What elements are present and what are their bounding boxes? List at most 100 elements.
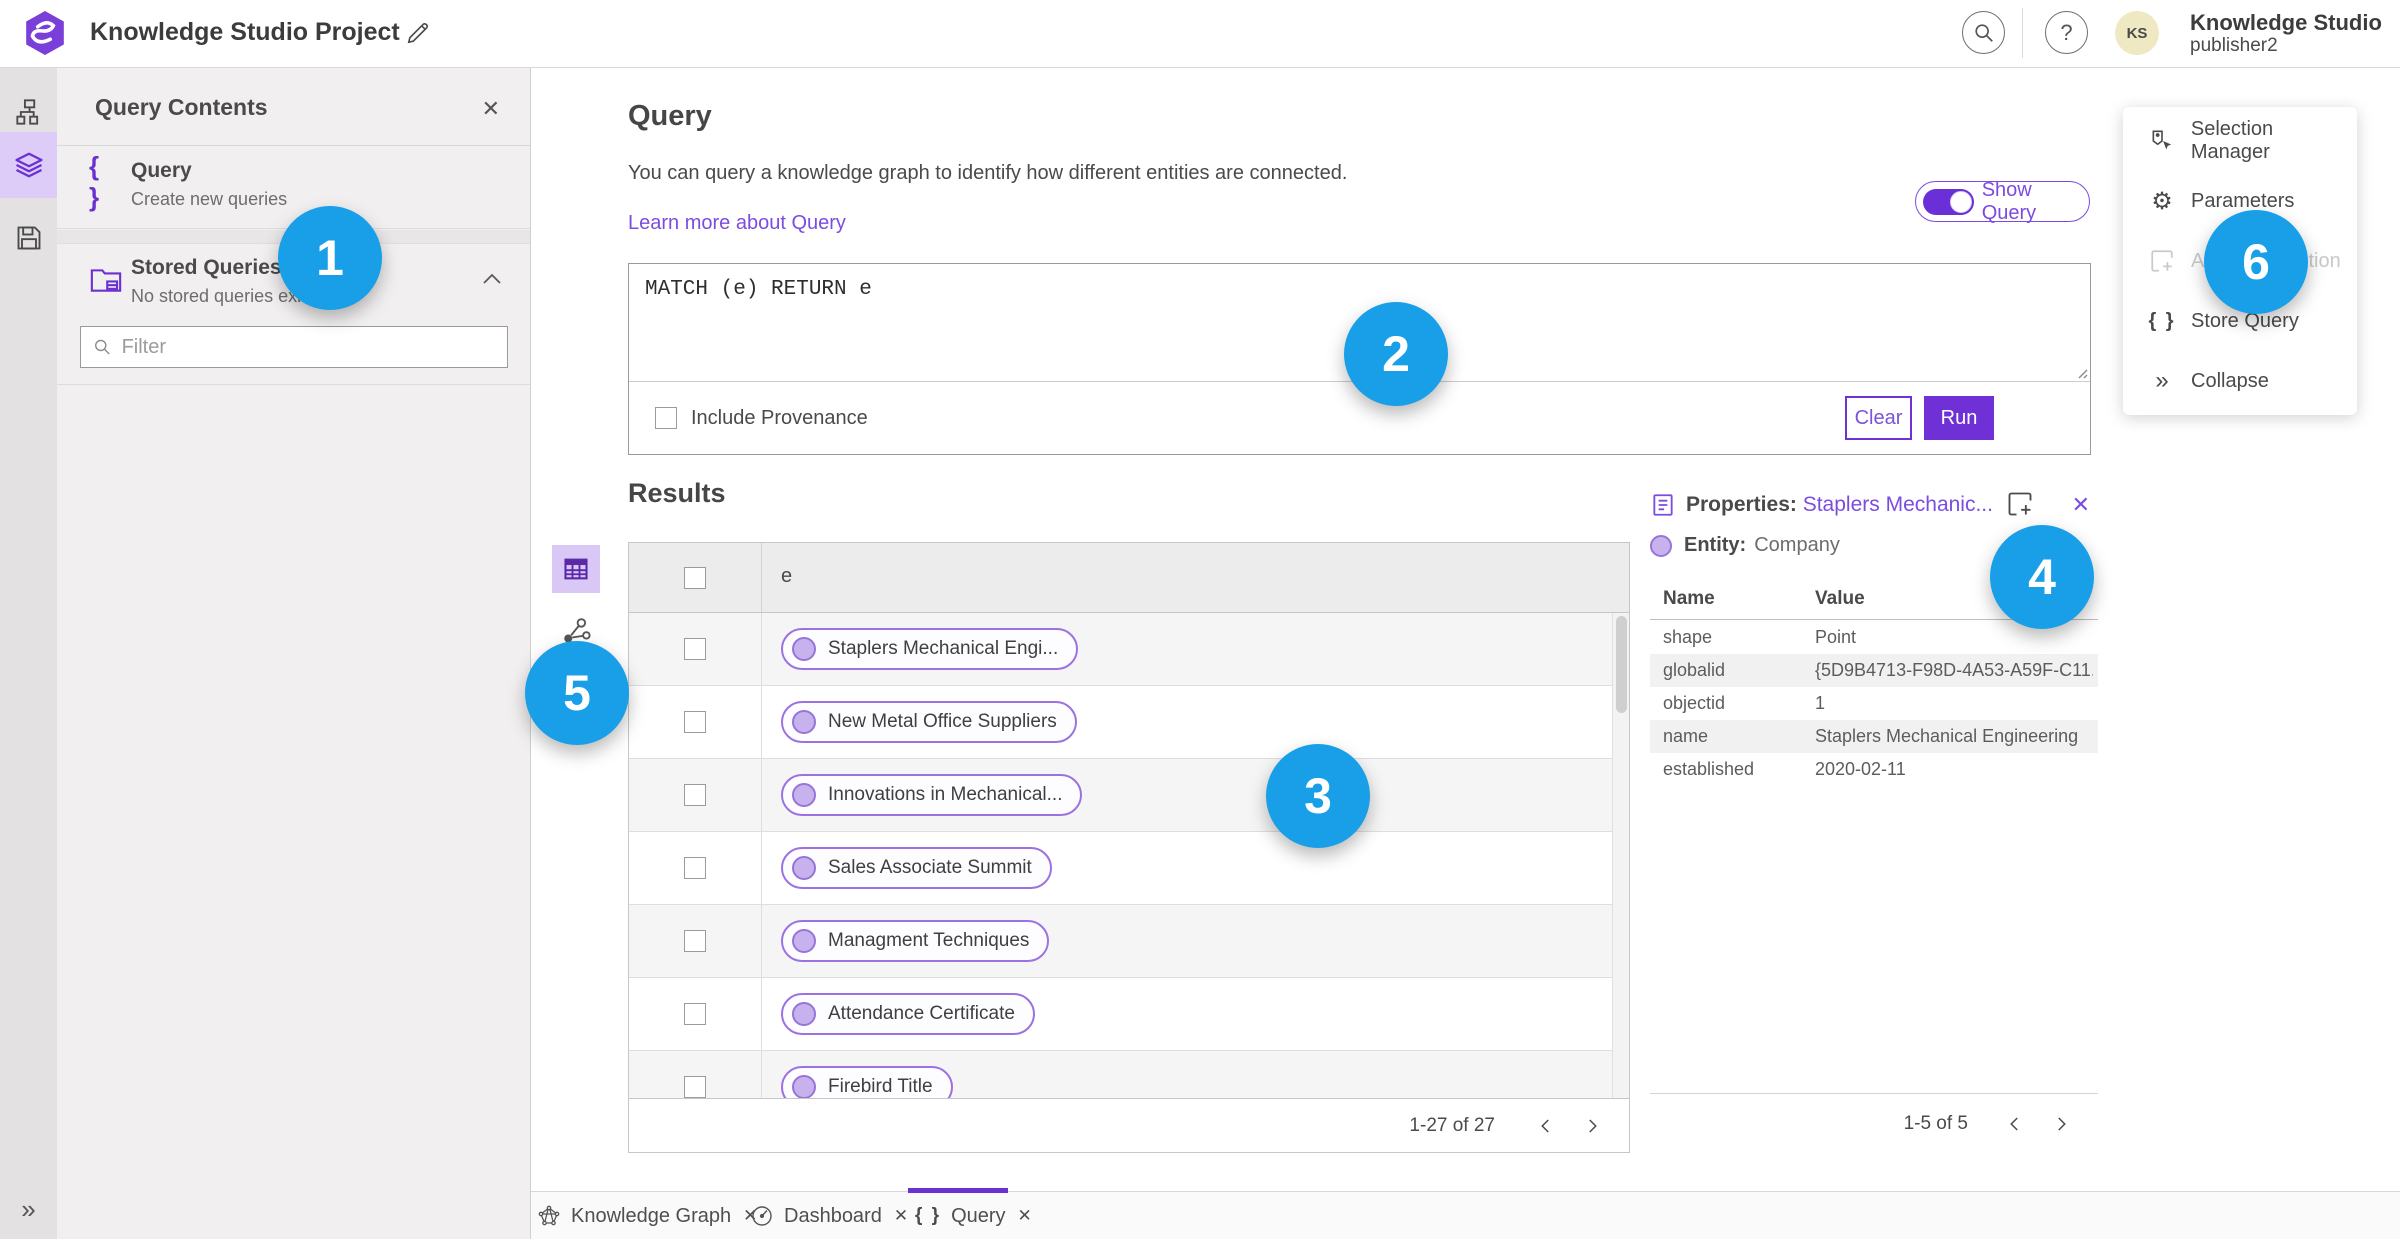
results-scrollbar[interactable] [1612, 613, 1629, 1099]
panel-section-divider [57, 384, 530, 385]
results-next-page-button[interactable] [1569, 1108, 1615, 1144]
chevron-right-icon [2058, 1116, 2066, 1131]
entity-pill[interactable]: Staplers Mechanical Engi... [781, 628, 1079, 670]
row-checkbox[interactable] [684, 711, 706, 733]
property-row[interactable]: name Staplers Mechanical Engineering [1650, 720, 2098, 753]
properties-icon [1653, 494, 1673, 516]
resize-handle[interactable] [2074, 365, 2088, 379]
table-row[interactable]: Staplers Mechanical Engi... [629, 613, 1629, 686]
properties-next-page-button[interactable] [2038, 1106, 2084, 1142]
selection-manager-icon [2152, 130, 2172, 150]
property-row[interactable]: established 2020-02-11 [1650, 753, 2098, 786]
toggle-track[interactable] [1923, 188, 1974, 215]
entity-pill[interactable]: Sales Associate Summit [781, 847, 1052, 889]
query-list-item[interactable]: { } Query Create new queries [57, 147, 530, 229]
results-column-header: e [781, 565, 793, 587]
save-button[interactable] [0, 214, 57, 262]
properties-label: Properties: [1686, 493, 1797, 516]
property-row[interactable]: objectid 1 [1650, 687, 2098, 720]
entity-dot-icon [792, 856, 816, 880]
table-row[interactable]: Managment Techniques [629, 905, 1629, 978]
property-row[interactable]: globalid {5D9B4713-F98D-4A53-A59F-C11... [1650, 654, 2098, 687]
project-title: Knowledge Studio Project [90, 18, 400, 46]
entity-type-dot-icon [1650, 534, 1672, 557]
hierarchy-icon [15, 99, 38, 125]
braces-icon: { } [89, 151, 103, 212]
layers-view-button[interactable] [0, 132, 57, 198]
results-prev-page-button[interactable] [1523, 1108, 1569, 1144]
include-provenance-checkbox[interactable] [655, 407, 677, 429]
schema-view-button[interactable] [0, 88, 57, 136]
stored-queries-title: Stored Queries [131, 256, 282, 279]
entity-pill[interactable]: Innovations in Mechanical... [781, 774, 1083, 816]
properties-page-range: 1-5 of 5 [1903, 1112, 1968, 1134]
edit-title-icon[interactable] [405, 20, 431, 46]
results-page-range: 1-27 of 27 [1409, 1114, 1495, 1136]
panel-header: Query Contents ✕ [57, 68, 530, 146]
panel-close-icon[interactable]: ✕ [482, 96, 500, 122]
learn-more-link[interactable]: Learn more about Query [628, 212, 846, 235]
search-button[interactable] [1962, 11, 2005, 54]
tab-dashboard[interactable]: Dashboard ✕ [750, 1192, 908, 1240]
filter-input[interactable] [121, 335, 495, 359]
properties-entity-link[interactable]: Staplers Mechanic... [1803, 493, 1993, 516]
entity-dot-icon [792, 1002, 816, 1026]
name-column-header: Name [1663, 588, 1715, 609]
table-row[interactable]: Sales Associate Summit [629, 832, 1629, 905]
results-table-header: e [629, 543, 1629, 613]
results-pagination: 1-27 of 27 [629, 1098, 1629, 1152]
chevron-left-icon [1541, 1118, 1549, 1133]
expand-strip-button[interactable]: » [0, 1194, 57, 1225]
row-checkbox[interactable] [684, 784, 706, 806]
row-checkbox[interactable] [684, 857, 706, 879]
table-row[interactable]: Attendance Certificate [629, 978, 1629, 1051]
entity-pill[interactable]: Attendance Certificate [781, 993, 1035, 1035]
menu-item-selection-manager[interactable]: Selection Manager [2123, 111, 2357, 171]
braces-icon: { } [2148, 309, 2176, 332]
entity-dot-icon [792, 783, 816, 807]
annotation-badge-6: 6 [2204, 210, 2308, 314]
show-query-toggle[interactable]: Show Query [1915, 179, 2090, 224]
select-all-checkbox[interactable] [684, 566, 706, 589]
help-button[interactable]: ? [2045, 11, 2088, 54]
properties-prev-page-button[interactable] [1992, 1106, 2038, 1142]
collapse-section-button[interactable] [482, 272, 502, 291]
close-tab-icon[interactable]: ✕ [894, 1206, 908, 1226]
entity-row: Entity: Company [1650, 534, 1840, 557]
gear-icon: ⚙ [2151, 187, 2173, 215]
account-info[interactable]: Knowledge Studio publisher2 [2190, 10, 2382, 57]
run-button[interactable]: Run [1924, 396, 1994, 440]
scrollbar-thumb[interactable] [1616, 616, 1627, 713]
entity-pill[interactable]: Managment Techniques [781, 920, 1050, 962]
menu-item-collapse[interactable]: » Collapse [2123, 351, 2357, 411]
row-checkbox[interactable] [684, 930, 706, 952]
tab-query[interactable]: { } Query ✕ [915, 1192, 1032, 1240]
entity-pill[interactable]: Firebird Title [781, 1066, 953, 1099]
toggle-knob [1949, 190, 1972, 213]
entity-pill[interactable]: New Metal Office Suppliers [781, 701, 1077, 743]
row-checkbox[interactable] [684, 1003, 706, 1025]
table-row[interactable]: New Metal Office Suppliers [629, 686, 1629, 759]
search-icon [1974, 23, 1993, 42]
layers-icon [14, 152, 43, 178]
table-row[interactable]: Firebird Title [629, 1051, 1629, 1099]
avatar[interactable]: KS [2115, 11, 2159, 55]
table-row[interactable]: Innovations in Mechanical... [629, 759, 1629, 832]
properties-header: Properties: Staplers Mechanic... ✕ [1650, 490, 2098, 522]
add-to-selection-icon[interactable] [2006, 490, 2034, 518]
row-checkbox[interactable] [684, 638, 706, 660]
table-view-button[interactable] [552, 545, 600, 593]
entity-dot-icon [792, 1075, 816, 1099]
clear-button[interactable]: Clear [1845, 396, 1912, 440]
query-item-title: Query [131, 159, 192, 182]
filter-field[interactable] [80, 326, 508, 368]
tab-knowledge-graph[interactable]: Knowledge Graph ✕ [537, 1192, 757, 1240]
annotation-badge-5: 5 [525, 641, 629, 745]
dashboard-icon [752, 1206, 772, 1226]
query-item-subtitle: Create new queries [131, 189, 288, 209]
properties-close-icon[interactable]: ✕ [2072, 492, 2090, 518]
save-icon [17, 226, 40, 250]
row-checkbox[interactable] [684, 1076, 706, 1098]
close-tab-icon[interactable]: ✕ [1018, 1206, 1032, 1226]
properties-rows: shape Point globalid {5D9B4713-F98D-4A53… [1650, 621, 2098, 786]
